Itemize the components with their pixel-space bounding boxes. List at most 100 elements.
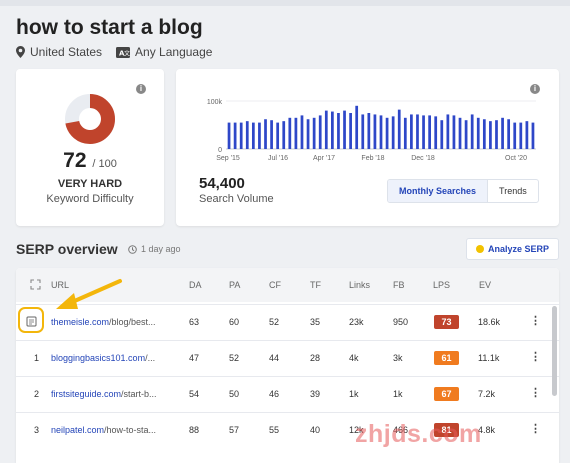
- info-icon[interactable]: i: [136, 84, 146, 94]
- chart-bar: [337, 113, 340, 149]
- chart-bar: [324, 110, 328, 149]
- chart-bar: [397, 109, 401, 149]
- col-ev[interactable]: EV: [479, 280, 491, 290]
- y-tick-label: 100k: [207, 99, 223, 106]
- expand-icon[interactable]: [30, 279, 41, 292]
- watermark: zhjds.com: [355, 420, 482, 448]
- chart-bar: [331, 111, 334, 149]
- result-url[interactable]: bloggingbasics101.com/...: [51, 353, 155, 363]
- more-options-icon[interactable]: ⋮: [530, 386, 541, 399]
- cell-tf: 35: [310, 317, 321, 327]
- analyze-serp-button[interactable]: Analyze SERP: [466, 238, 559, 260]
- chart-bar: [276, 122, 280, 149]
- tab-monthly-searches[interactable]: Monthly Searches: [388, 180, 489, 202]
- chart-bar: [458, 117, 462, 149]
- chart-bar: [300, 115, 304, 149]
- chart-bar: [422, 115, 425, 149]
- rank: 3: [34, 425, 40, 435]
- x-tick-label: Feb '18: [361, 155, 384, 162]
- chart-bar: [440, 120, 444, 149]
- chart-bar: [403, 117, 407, 149]
- language-selector[interactable]: A文 Any Language: [116, 45, 212, 59]
- chart-bar: [464, 120, 468, 149]
- lps-badge: 67: [434, 387, 459, 401]
- chart-bar: [446, 114, 450, 149]
- table-scrollbar[interactable]: [552, 306, 557, 396]
- lps-badge: 73: [434, 315, 459, 329]
- chart-bar: [251, 122, 255, 149]
- x-tick-label: Dec '18: [411, 155, 435, 162]
- cell-links: 23k: [349, 317, 364, 327]
- rank: 2: [34, 389, 40, 399]
- keyword-meta: United States A文 Any Language: [16, 45, 226, 59]
- chart-bar: [270, 120, 273, 149]
- chart-bar: [434, 116, 438, 149]
- result-url[interactable]: themeisle.com/blog/best...: [51, 317, 156, 327]
- location-pin-icon: [16, 46, 25, 58]
- volume-view-toggle: Monthly Searches Trends: [387, 179, 539, 203]
- chart-bar: [525, 121, 529, 149]
- chart-bar: [391, 116, 395, 149]
- result-url[interactable]: firstsiteguide.com/start-b...: [51, 389, 157, 399]
- chart-bar: [239, 122, 243, 149]
- chart-bar: [349, 113, 352, 149]
- search-volume-label: Search Volume: [199, 193, 274, 205]
- cell-ev: 11.1k: [478, 353, 500, 363]
- more-options-icon[interactable]: ⋮: [530, 314, 541, 327]
- highlight-circle: [18, 307, 44, 333]
- chart-bar: [306, 119, 310, 149]
- search-volume-chart: 100k 0Sep '15 Jul '16 Apr '17 Feb '18 Dec '18…: [207, 99, 536, 162]
- location-label: United States: [30, 45, 103, 59]
- chart-bar: [343, 110, 346, 149]
- cell-fb: 950: [393, 317, 409, 327]
- x-tick-label: Sep '15: [216, 155, 240, 162]
- col-cf[interactable]: CF: [269, 280, 281, 290]
- chart-bar: [355, 105, 359, 149]
- chart-bar: [452, 115, 456, 149]
- col-fb[interactable]: FB: [393, 280, 405, 290]
- chart-bar: [227, 122, 231, 149]
- cell-pa: 60: [229, 317, 240, 327]
- chart-bar: [233, 122, 237, 149]
- difficulty-score: 72 / 100: [63, 149, 117, 172]
- col-lps[interactable]: LPS: [433, 280, 450, 290]
- chart-bar: [361, 114, 365, 149]
- chart-bar: [489, 121, 492, 149]
- more-options-icon[interactable]: ⋮: [530, 422, 541, 435]
- y-tick-label: 0: [218, 147, 222, 154]
- col-tf[interactable]: TF: [310, 280, 321, 290]
- cell-fb: 3k: [393, 353, 403, 363]
- table-row[interactable]: 1 bloggingbasics101.com/... 47 52 44 28 …: [16, 340, 559, 376]
- location-selector[interactable]: United States: [16, 45, 102, 59]
- col-pa[interactable]: PA: [229, 280, 240, 290]
- chart-bar: [373, 114, 377, 149]
- chart-bar: [410, 114, 413, 149]
- more-options-icon[interactable]: ⋮: [530, 350, 541, 363]
- chart-bar: [294, 117, 298, 149]
- keyword-difficulty-card: i 72 / 100 VERY HARD Keyword Difficulty: [16, 69, 164, 226]
- chart-bar: [264, 119, 267, 149]
- cell-da: 63: [189, 317, 200, 327]
- col-da[interactable]: DA: [189, 280, 202, 290]
- col-links[interactable]: Links: [349, 280, 370, 290]
- difficulty-donut: [65, 94, 115, 144]
- chart-bar: [476, 117, 480, 149]
- cell-da: 47: [189, 353, 200, 363]
- chart-bar: [379, 115, 383, 149]
- cell-links: 4k: [349, 353, 359, 363]
- chart-bar: [318, 115, 322, 149]
- tab-trends[interactable]: Trends: [488, 180, 538, 202]
- result-url[interactable]: neilpatel.com/how-to-sta...: [51, 425, 156, 435]
- cell-cf: 44: [269, 353, 280, 363]
- search-volume-value: 54,400: [199, 175, 245, 192]
- chart-bar: [519, 122, 523, 149]
- cell-cf: 46: [269, 389, 280, 399]
- translate-icon: A文: [116, 46, 131, 58]
- cell-tf: 40: [310, 425, 321, 435]
- table-row[interactable]: 2 firstsiteguide.com/start-b... 54 50 46…: [16, 376, 559, 412]
- chart-bar: [495, 120, 498, 149]
- chart-bar: [507, 119, 511, 149]
- cell-da: 54: [189, 389, 200, 399]
- search-volume-card: i 100k 0 Sep '15 Jul '16 Apr '17 Feb '18 Dec '…: [176, 69, 559, 226]
- chart-bar: [513, 122, 517, 149]
